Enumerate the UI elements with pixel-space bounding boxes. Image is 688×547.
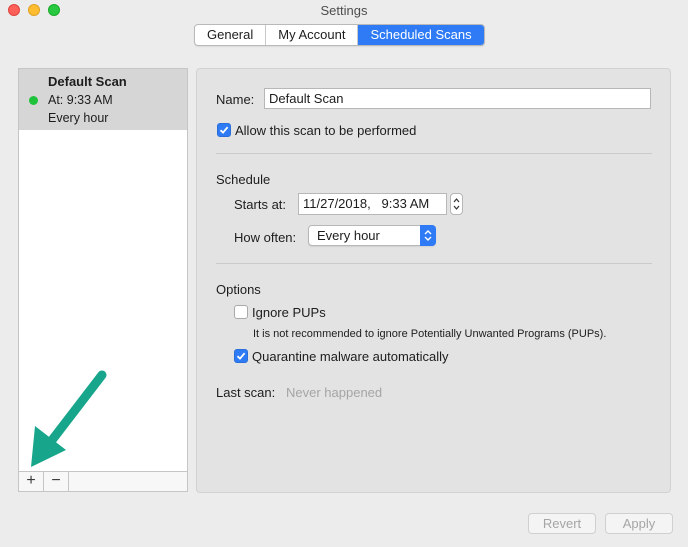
scan-name: Default Scan	[48, 74, 127, 89]
name-label: Name:	[216, 92, 255, 107]
tab-my-account[interactable]: My Account	[266, 25, 359, 45]
scan-name-field[interactable]: Default Scan	[264, 88, 651, 109]
scan-list-item[interactable]: Default Scan At: 9:33 AM Every hour	[19, 69, 187, 130]
start-datetime-field[interactable]: 11/27/2018, 9:33 AM	[298, 193, 447, 215]
datetime-stepper[interactable]	[450, 193, 463, 215]
dropdown-arrows	[420, 225, 436, 246]
title-bar: Settings	[0, 0, 688, 22]
last-scan-value: Never happened	[286, 385, 383, 400]
tab-general[interactable]: General	[195, 25, 267, 45]
scan-frequency: Every hour	[48, 111, 109, 125]
how-often-label: How often:	[234, 230, 297, 245]
scan-time: At: 9:33 AM	[48, 93, 113, 107]
quarantine-checkbox[interactable]	[234, 349, 248, 363]
checkmark-icon	[236, 352, 246, 360]
scan-settings-panel: Name: Default Scan Allow this scan to be…	[196, 68, 671, 493]
settings-tabs: General My Account Scheduled Scans	[194, 24, 485, 46]
divider	[216, 263, 652, 264]
status-dot-icon	[29, 96, 38, 105]
window-title: Settings	[320, 3, 368, 18]
divider	[216, 153, 652, 154]
ignore-pups-checkbox[interactable]	[234, 305, 248, 319]
ignore-pups-note: It is not recommended to ignore Potentia…	[253, 328, 607, 340]
options-heading: Options	[216, 282, 261, 297]
how-often-value: Every hour	[317, 228, 380, 243]
chevron-up-down-icon	[424, 230, 432, 241]
allow-scan-label: Allow this scan to be performed	[235, 123, 417, 138]
last-scan-label: Last scan:	[216, 385, 276, 400]
ignore-pups-label: Ignore PUPs	[252, 305, 326, 320]
stepper-arrows-icon	[453, 198, 460, 210]
revert-button[interactable]: Revert	[528, 513, 596, 534]
checkmark-icon	[219, 126, 229, 134]
list-toolbar: + −	[19, 471, 187, 491]
tab-scheduled-scans[interactable]: Scheduled Scans	[358, 25, 484, 45]
add-scan-button[interactable]: +	[19, 472, 44, 491]
annotation-arrow-icon	[31, 370, 107, 467]
allow-scan-checkbox[interactable]	[217, 123, 231, 137]
schedule-heading: Schedule	[216, 172, 271, 187]
starts-at-label: Starts at:	[234, 197, 287, 212]
remove-scan-button[interactable]: −	[44, 472, 69, 491]
how-often-dropdown[interactable]: Every hour	[308, 225, 436, 246]
apply-button[interactable]: Apply	[605, 513, 673, 534]
quarantine-label: Quarantine malware automatically	[252, 349, 449, 364]
